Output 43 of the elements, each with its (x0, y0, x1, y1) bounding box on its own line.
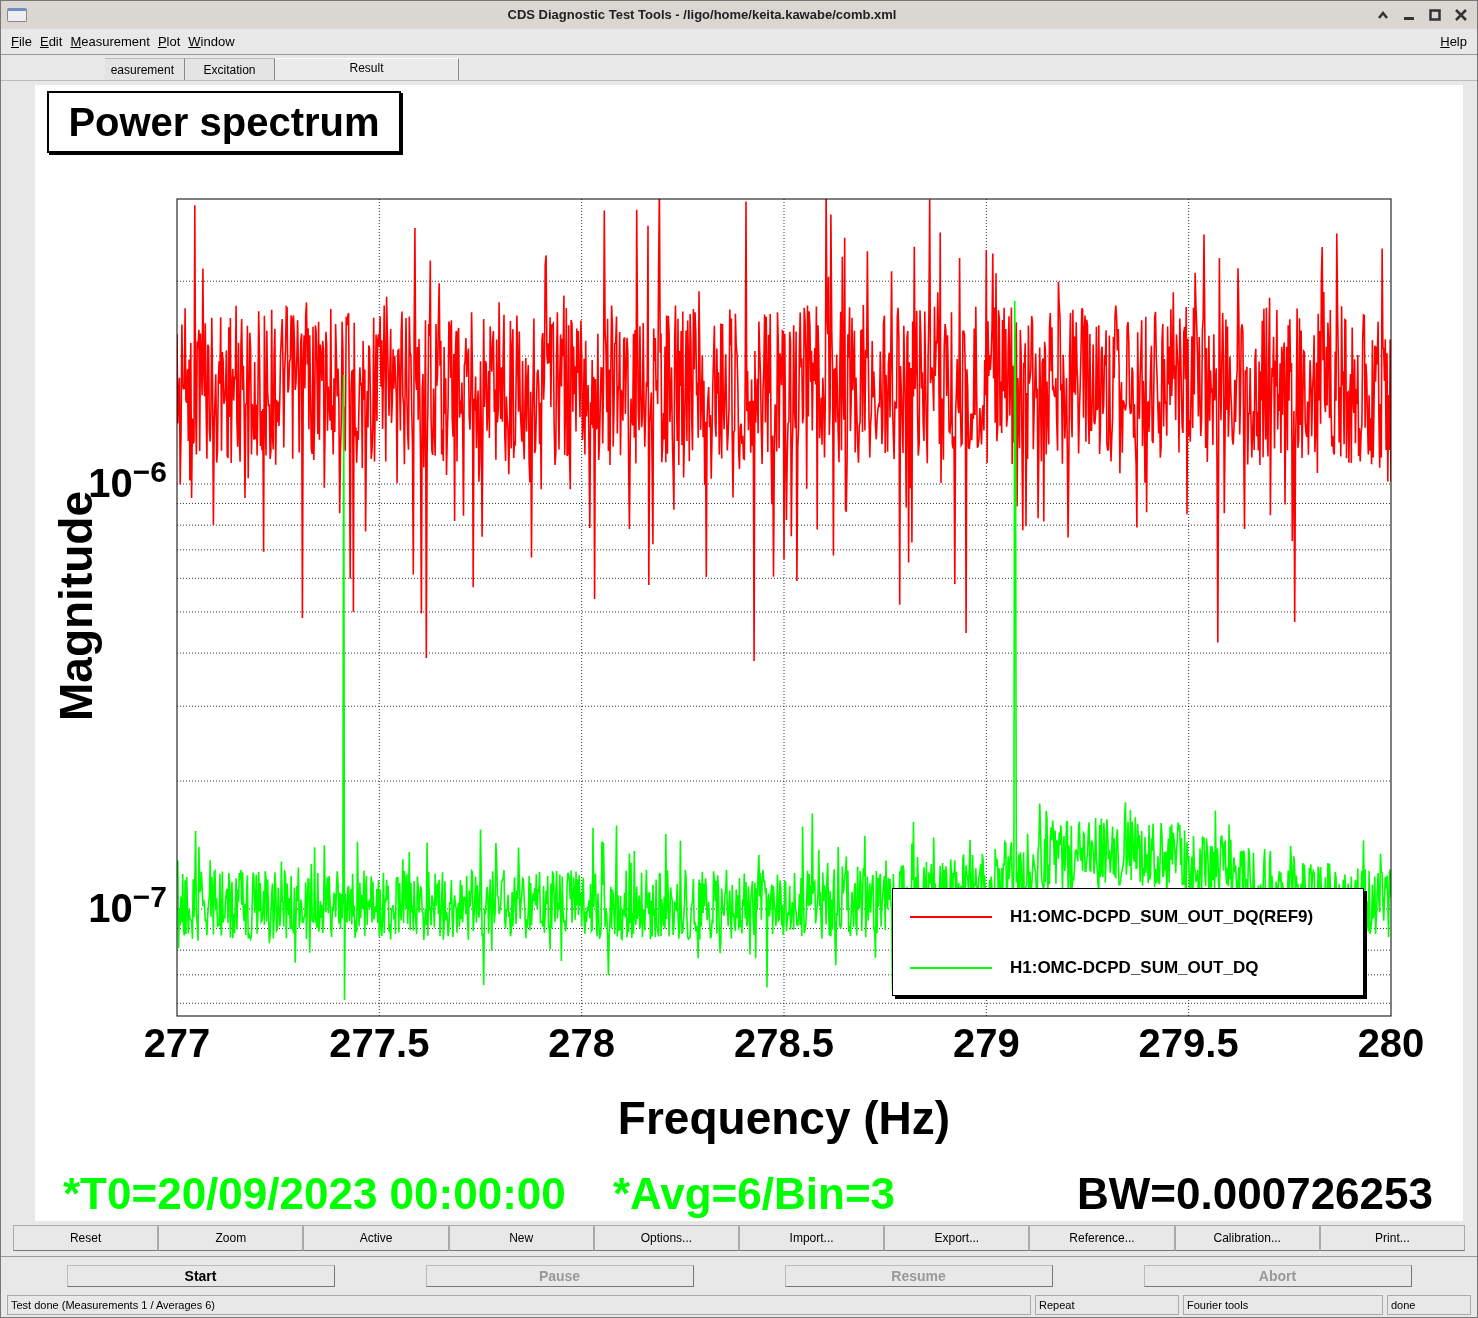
toolbar-button[interactable]: Print... (1319, 1225, 1466, 1251)
tab[interactable]: easurement (105, 58, 185, 80)
axis-tick-label: 278 (548, 1023, 616, 1063)
window-title: CDS Diagnostic Test Tools - /ligo/home/keita.kawabe/comb.xml (506, 6, 898, 25)
menu-item[interactable]: Window (184, 31, 239, 52)
close-icon[interactable] (1455, 9, 1467, 21)
status-field: Repeat (1035, 1295, 1179, 1315)
status-message: Test done (Measurements 1 / Averages 6) (7, 1295, 1031, 1315)
toolbar-button[interactable]: New (448, 1225, 594, 1251)
toolbar-button[interactable]: Calibration... (1174, 1225, 1320, 1251)
legend-label: H1:OMC-DCPD_SUM_OUT_DQ(REF9) (1010, 905, 1314, 928)
status-field: Fourier tools (1183, 1295, 1383, 1315)
tab[interactable]: Excitation (185, 58, 275, 80)
menu-item[interactable]: Edit (35, 31, 67, 52)
plot-title: Power spectrum (47, 91, 401, 153)
tab[interactable]: Result (275, 58, 459, 80)
toolbar-button[interactable]: Import... (739, 1225, 885, 1251)
axis-tick-label: 277 (143, 1023, 211, 1063)
toolbar-button[interactable]: Reset (13, 1225, 159, 1251)
window-icon (7, 8, 27, 22)
axis-tick-label: 10$^{−7}$ (88, 888, 167, 928)
axis-tick-label: 280 (1357, 1023, 1425, 1063)
menu-item[interactable]: Help (1436, 31, 1471, 52)
start-time-label: *T0=20/09/2023 00:00:00 (63, 1172, 566, 1216)
toolbar-button[interactable]: Options... (593, 1225, 739, 1251)
axis-tick-label: 279 (952, 1023, 1020, 1063)
menu-item[interactable]: Plot (153, 31, 185, 52)
legend-label: H1:OMC-DCPD_SUM_OUT_DQ (1010, 956, 1259, 979)
toolbar-button[interactable]: Reference... (1029, 1225, 1175, 1251)
action-button[interactable]: Start (66, 1265, 335, 1287)
axis-tick-label: 278.5 (733, 1023, 835, 1063)
toolbar-button[interactable]: Export... (884, 1225, 1030, 1251)
menu-item[interactable]: Measurement (66, 31, 154, 52)
maximize-icon[interactable] (1429, 9, 1441, 21)
bandwidth-label: BW=0.000726253 (1077, 1172, 1433, 1216)
averages-label: *Avg=6/Bin=3 (613, 1172, 896, 1216)
toolbar-button[interactable]: Zoom (158, 1225, 304, 1251)
status-field: done (1387, 1295, 1471, 1315)
shade-icon[interactable] (1377, 10, 1389, 20)
menu-item[interactable]: File (7, 31, 36, 52)
toolbar-button[interactable]: Active (303, 1225, 449, 1251)
axis-tick-label: 279.5 (1138, 1023, 1239, 1063)
axis-tick-label: 277.5 (329, 1023, 430, 1063)
